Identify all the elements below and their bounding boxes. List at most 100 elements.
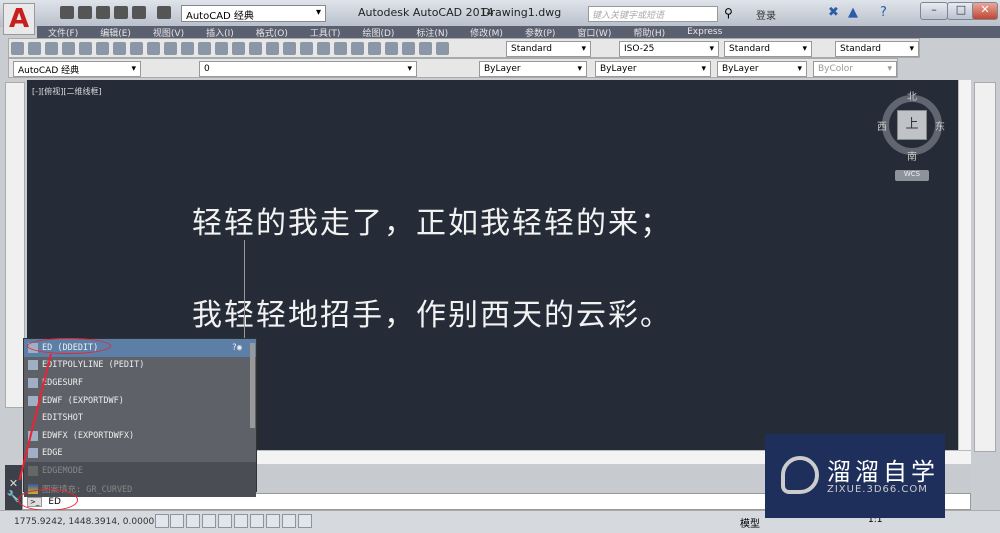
workspace-select[interactable]: AutoCAD 经典 ▾ <box>181 5 326 22</box>
autodesk-icon[interactable]: ▲ <box>848 5 858 20</box>
toolbar-icon[interactable] <box>351 42 364 55</box>
maximize-button[interactable]: □ <box>947 2 975 20</box>
undo-icon[interactable] <box>132 6 146 19</box>
workspace-select-2[interactable]: AutoCAD 经典 ▾ <box>13 61 141 77</box>
layer-select[interactable]: 0 ▾ <box>199 61 417 77</box>
toolbar-icon[interactable] <box>436 42 449 55</box>
menu-view[interactable]: 视图(V) <box>142 26 195 39</box>
plotstyle-select[interactable]: ByColor ▾ <box>813 61 897 77</box>
toolbar-icon[interactable] <box>232 42 245 55</box>
mleader-style-select[interactable]: Standard ▾ <box>835 41 919 57</box>
menu-parametric[interactable]: 参数(P) <box>514 26 566 39</box>
grid-toggle[interactable] <box>186 514 200 528</box>
text-line-1[interactable]: 轻轻的我走了，正如我轻轻的来； <box>192 198 672 242</box>
polar-toggle[interactable] <box>218 514 232 528</box>
menu-file[interactable]: 文件(F) <box>37 26 89 39</box>
autocomplete-sysvar-item[interactable]: EDGEMODE <box>24 462 256 480</box>
wcs-menu[interactable]: WCS <box>895 170 929 181</box>
toolbar-icon[interactable] <box>368 42 381 55</box>
play-logo-icon <box>781 456 819 494</box>
ortho-toggle[interactable] <box>202 514 216 528</box>
toolbar-icon[interactable] <box>28 42 41 55</box>
toolbar-icon[interactable] <box>266 42 279 55</box>
toolbar-icon[interactable] <box>283 42 296 55</box>
viewport-label[interactable]: [-][俯视][二维线框] <box>32 86 102 97</box>
toolbar-icon[interactable] <box>62 42 75 55</box>
text-line-2[interactable]: 我轻轻地招手，作别西天的云彩。 <box>192 290 672 334</box>
exchange-icon[interactable]: ✖ <box>828 5 839 20</box>
3dosnap-toggle[interactable] <box>250 514 264 528</box>
toolbar-icon[interactable] <box>317 42 330 55</box>
table-style-select[interactable]: Standard ▾ <box>724 41 812 57</box>
toolbar-icon[interactable] <box>181 42 194 55</box>
autocomplete-item[interactable]: EDGE <box>24 445 256 463</box>
model-tab[interactable]: 模型 <box>740 515 760 530</box>
viewcube-face[interactable]: 上 <box>897 110 927 140</box>
annotation-ellipse <box>18 489 78 511</box>
toolbar-icon[interactable] <box>334 42 347 55</box>
toolbar-icon[interactable] <box>147 42 160 55</box>
compass-west[interactable]: 西 <box>877 118 887 133</box>
lineweight-select[interactable]: ByLayer ▾ <box>717 61 807 77</box>
toolbar-icon[interactable] <box>419 42 432 55</box>
toolbar-icon[interactable] <box>385 42 398 55</box>
autocomplete-item[interactable]: EDWF (EXPORTDWF) <box>24 392 256 410</box>
modify-toolbar <box>974 82 996 452</box>
otrack-toggle[interactable] <box>266 514 280 528</box>
color-select[interactable]: ByLayer ▾ <box>479 61 587 77</box>
toolbar-icon[interactable] <box>300 42 313 55</box>
toolbar-icon[interactable] <box>164 42 177 55</box>
text-style-select[interactable]: Standard ▾ <box>506 41 591 57</box>
toolbar-icon[interactable] <box>45 42 58 55</box>
autocomplete-item[interactable]: EDITSHOT <box>24 409 256 427</box>
dim-style-select[interactable]: ISO-25 ▾ <box>619 41 719 57</box>
infer-toggle[interactable] <box>155 514 169 528</box>
autocomplete-scrollbar[interactable] <box>250 343 255 428</box>
login-button[interactable]: 登录 <box>756 7 776 22</box>
menu-format[interactable]: 格式(O) <box>245 26 299 39</box>
autocomplete-item[interactable]: EDGESURF <box>24 374 256 392</box>
toolbar-icon[interactable] <box>215 42 228 55</box>
dyn-toggle[interactable] <box>298 514 312 528</box>
save-icon[interactable] <box>96 6 110 19</box>
menu-window[interactable]: 窗口(W) <box>566 26 622 39</box>
open-icon[interactable] <box>78 6 92 19</box>
menu-edit[interactable]: 编辑(E) <box>89 26 142 39</box>
application-menu-logo[interactable]: A <box>3 3 35 35</box>
linetype-select[interactable]: ByLayer ▾ <box>595 61 711 77</box>
toolbar-icon[interactable] <box>249 42 262 55</box>
menu-modify[interactable]: 修改(M) <box>459 26 514 39</box>
menu-help[interactable]: 帮助(H) <box>622 26 676 39</box>
menu-dimension[interactable]: 标注(N) <box>405 26 459 39</box>
binoculars-icon[interactable]: ⚲ <box>724 6 733 20</box>
toolbar-icon[interactable] <box>11 42 24 55</box>
toolbar-icon[interactable] <box>198 42 211 55</box>
help-icon[interactable]: ? <box>880 5 887 20</box>
print-icon[interactable] <box>114 6 128 19</box>
menu-draw[interactable]: 绘图(D) <box>351 26 405 39</box>
toolbar-icon[interactable] <box>130 42 143 55</box>
menu-express[interactable]: Express <box>676 27 733 37</box>
new-icon[interactable] <box>60 6 74 19</box>
toolbar-icon[interactable] <box>402 42 415 55</box>
autocomplete-item[interactable]: EDITPOLYLINE (PEDIT) <box>24 357 256 375</box>
redo-icon[interactable] <box>157 6 171 19</box>
snap-toggle[interactable] <box>170 514 184 528</box>
vertical-scrollbar[interactable] <box>958 80 971 452</box>
search-input[interactable]: 键入关键字或短语 <box>588 6 718 22</box>
toolbar-icon[interactable] <box>113 42 126 55</box>
ducs-toggle[interactable] <box>282 514 296 528</box>
autocomplete-item[interactable]: EDWFX (EXPORTDWFX) <box>24 427 256 445</box>
compass-north[interactable]: 北 <box>907 88 917 103</box>
menu-tools[interactable]: 工具(T) <box>299 26 352 39</box>
menu-insert[interactable]: 插入(I) <box>195 26 245 39</box>
toolbar-icon[interactable] <box>79 42 92 55</box>
osnap-toggle[interactable] <box>234 514 248 528</box>
minimize-button[interactable]: – <box>920 2 948 20</box>
compass-east[interactable]: 东 <box>935 118 945 133</box>
help-icon[interactable]: ?◉ <box>232 343 242 353</box>
toolbar-icon[interactable] <box>96 42 109 55</box>
close-button[interactable]: ✕ <box>972 2 998 20</box>
compass-south[interactable]: 南 <box>907 148 917 163</box>
chevron-down-icon: ▾ <box>701 64 706 74</box>
